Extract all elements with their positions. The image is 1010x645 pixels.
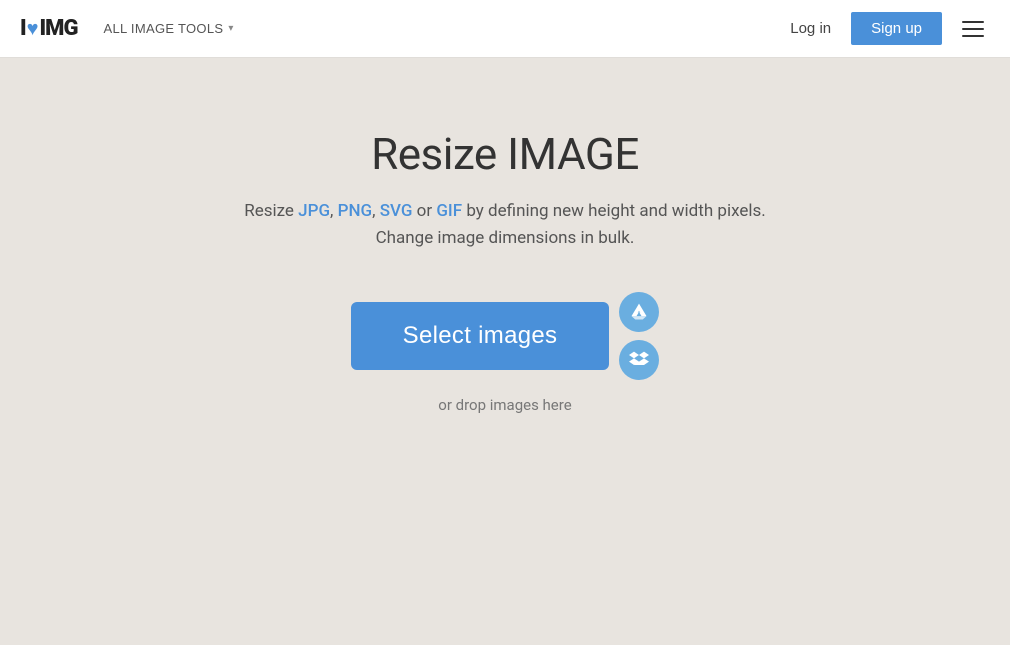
drop-text: or drop images here bbox=[438, 396, 571, 414]
dropbox-icon bbox=[629, 350, 649, 370]
logo-img-text: IMG bbox=[40, 16, 78, 41]
login-button[interactable]: Log in bbox=[774, 12, 847, 45]
all-tools-label: ALL IMAGE TOOLS bbox=[103, 21, 223, 36]
menu-line-3 bbox=[962, 35, 984, 37]
all-tools-button[interactable]: ALL IMAGE TOOLS ▾ bbox=[95, 17, 241, 40]
page-title: Resize IMAGE bbox=[371, 128, 639, 180]
format-png: PNG bbox=[338, 201, 373, 221]
desc-line2: Change image dimensions in bulk. bbox=[376, 228, 635, 248]
logo-heart-icon: ♥ bbox=[27, 16, 39, 41]
cloud-icons-column bbox=[619, 292, 659, 380]
comma1: , bbox=[330, 201, 333, 221]
header-left: I ♥ IMG ALL IMAGE TOOLS ▾ bbox=[20, 16, 242, 41]
menu-line-2 bbox=[962, 28, 984, 30]
dropbox-upload-button[interactable] bbox=[619, 340, 659, 380]
logo[interactable]: I ♥ IMG bbox=[20, 16, 77, 41]
signup-button[interactable]: Sign up bbox=[851, 12, 942, 45]
description: Resize JPG, PNG, SVG or GIF by defining … bbox=[244, 198, 766, 252]
format-jpg: JPG bbox=[298, 201, 330, 221]
google-drive-upload-button[interactable] bbox=[619, 292, 659, 332]
header: I ♥ IMG ALL IMAGE TOOLS ▾ Log in Sign up bbox=[0, 0, 1010, 58]
desc-after: by defining new height and width pixels. bbox=[462, 201, 766, 221]
menu-line-1 bbox=[962, 21, 984, 23]
upload-area: Select images or drop images here bbox=[351, 292, 660, 414]
format-svg: SVG bbox=[380, 201, 413, 221]
or-text: or bbox=[412, 201, 436, 221]
desc-before: Resize bbox=[244, 201, 298, 221]
upload-row: Select images bbox=[351, 292, 660, 380]
hamburger-menu-button[interactable] bbox=[952, 13, 994, 45]
select-images-button[interactable]: Select images bbox=[351, 302, 610, 370]
format-gif: GIF bbox=[436, 201, 462, 221]
comma2: , bbox=[372, 201, 375, 221]
header-right: Log in Sign up bbox=[774, 12, 994, 45]
google-drive-icon bbox=[629, 302, 649, 322]
chevron-down-icon: ▾ bbox=[228, 23, 233, 34]
logo-i-text: I bbox=[20, 16, 26, 41]
main-content: Resize IMAGE Resize JPG, PNG, SVG or GIF… bbox=[0, 58, 1010, 414]
